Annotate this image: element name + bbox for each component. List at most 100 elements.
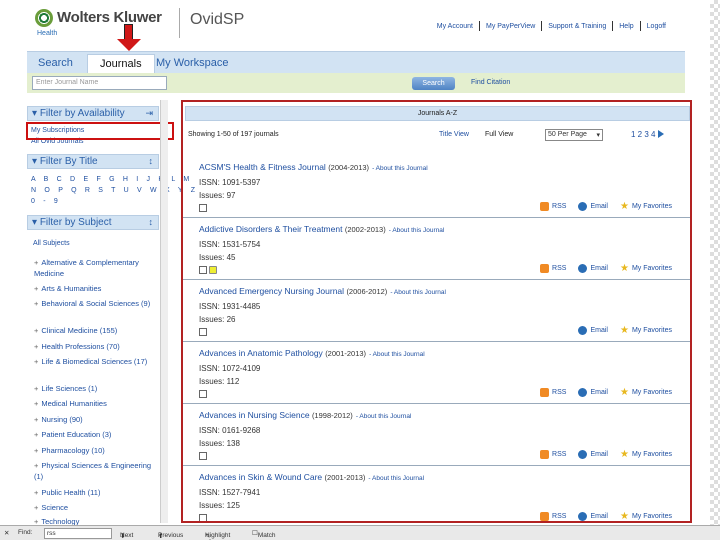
title-view-link[interactable]: Title View [439, 131, 469, 138]
filter-availability-header[interactable]: ▾ Filter by Availability ⇥ [27, 106, 159, 121]
rss-link[interactable]: RSS [552, 265, 566, 272]
journal-title[interactable]: Advances in Anatomic Pathology (2001-201… [199, 348, 425, 358]
account-links: My Account My PayPerView Support & Train… [431, 21, 672, 31]
letter-row-a-m[interactable]: A B C D E F G H I J K L M [31, 176, 192, 183]
subject-item[interactable]: + Medical Humanities [34, 398, 154, 409]
email-icon[interactable] [578, 326, 588, 335]
subject-item[interactable]: + Public Health (11) [34, 487, 154, 498]
email-icon[interactable] [578, 202, 588, 211]
email-icon[interactable] [578, 512, 588, 521]
select-checkbox[interactable] [199, 390, 207, 398]
next-page-icon[interactable] [658, 130, 665, 138]
tab-my-workspace[interactable]: My Workspace [156, 54, 229, 74]
search-button[interactable]: Search [412, 77, 455, 90]
subject-item[interactable]: + Health Professions (70) [34, 341, 154, 352]
left-panel-scrollbar[interactable] [160, 100, 168, 523]
full-view-label[interactable]: Full View [485, 131, 513, 138]
favorites-link[interactable]: My Favorites [632, 265, 672, 272]
subject-item[interactable]: + Life Sciences (1) [34, 383, 154, 394]
logoff-link[interactable]: Logoff [641, 23, 672, 30]
journal-title[interactable]: Advances in Skin & Wound Care (2001-2013… [199, 472, 424, 482]
letter-row-n-z[interactable]: N O P Q R S T U V W X Y Z [31, 187, 198, 194]
about-journal-link[interactable]: - About this Journal [372, 165, 428, 172]
tab-search[interactable]: Search [38, 54, 73, 74]
select-checkbox[interactable] [199, 328, 207, 336]
my-account-link[interactable]: My Account [431, 23, 479, 30]
star-icon[interactable]: ★ [620, 326, 629, 336]
find-input[interactable]: rss [44, 528, 112, 539]
rss-icon[interactable] [540, 512, 550, 521]
favorites-link[interactable]: My Favorites [632, 513, 672, 520]
subject-item[interactable]: + Nursing (90) [34, 414, 154, 425]
per-page-select[interactable]: 50 Per Page ▾ [545, 129, 603, 141]
email-link[interactable]: Email [590, 389, 608, 396]
email-link[interactable]: Email [590, 265, 608, 272]
close-icon[interactable]: ✕ [4, 529, 9, 537]
journal-name-input[interactable]: Enter Journal Name [32, 76, 167, 90]
favorites-link[interactable]: My Favorites [632, 327, 672, 334]
subject-item[interactable]: + Life & Biomedical Sciences (17) [34, 356, 154, 367]
favorites-link[interactable]: My Favorites [632, 203, 672, 210]
resize-icon[interactable]: ↕ [149, 217, 154, 227]
subject-item[interactable]: + Alternative & Complementary Medicine [34, 257, 154, 279]
star-icon[interactable]: ★ [620, 202, 629, 212]
star-icon[interactable]: ★ [620, 388, 629, 398]
match-case-checkbox[interactable]: ☐ Match case [252, 529, 276, 540]
about-journal-link[interactable]: - About this Journal [356, 413, 412, 420]
pagination[interactable]: 1 2 3 4 [631, 130, 665, 139]
star-icon[interactable]: ★ [620, 512, 629, 522]
email-icon[interactable] [578, 264, 588, 273]
email-link[interactable]: Email [590, 203, 608, 210]
support-link[interactable]: Support & Training [542, 23, 612, 30]
rss-icon[interactable] [540, 202, 550, 211]
about-journal-link[interactable]: - About this Journal [368, 475, 424, 482]
select-checkbox[interactable] [199, 452, 207, 460]
select-checkbox[interactable] [199, 514, 207, 521]
journal-title[interactable]: Advances in Nursing Science (1998-2012) -… [199, 410, 411, 420]
subject-item[interactable]: + Arts & Humanities [34, 283, 154, 294]
journal-title[interactable]: Advanced Emergency Nursing Journal (2006… [199, 286, 446, 296]
star-icon[interactable]: ★ [620, 264, 629, 274]
about-journal-link[interactable]: - About this Journal [369, 351, 425, 358]
about-journal-link[interactable]: - About this Journal [389, 227, 445, 234]
rss-link[interactable]: RSS [552, 203, 566, 210]
arrow-right-icon[interactable]: ⇥ [145, 108, 153, 119]
tab-journals[interactable]: Journals [87, 54, 155, 74]
expand-icon: + [34, 326, 39, 335]
journal-title[interactable]: Addictive Disorders & Their Treatment (2… [199, 224, 444, 234]
find-citation-link[interactable]: Find Citation [471, 79, 510, 86]
subject-item[interactable]: + Science [34, 502, 154, 513]
subject-item[interactable]: + Behavioral & Social Sciences (9) [34, 298, 154, 309]
email-link[interactable]: Email [590, 327, 608, 334]
rss-link[interactable]: RSS [552, 513, 566, 520]
email-icon[interactable] [578, 450, 588, 459]
email-icon[interactable] [578, 388, 588, 397]
rss-icon[interactable] [540, 388, 550, 397]
about-journal-link[interactable]: - About this Journal [390, 289, 446, 296]
filter-title-header[interactable]: ▾ Filter By Title ↕ [27, 154, 159, 169]
subject-item[interactable]: + Pharmacology (10) [34, 445, 154, 456]
letter-row-digits[interactable]: 0 - 9 [31, 198, 61, 205]
journal-issn: ISSN: 1931-4485 [199, 302, 261, 311]
subject-item[interactable]: + Clinical Medicine (155) [34, 325, 154, 336]
all-subjects-link[interactable]: All Subjects [33, 240, 70, 247]
filter-subject-header[interactable]: ▾ Filter by Subject ↕ [27, 215, 159, 230]
rss-icon[interactable] [540, 450, 550, 459]
results-count: Showing 1-50 of 197 journals [188, 131, 279, 138]
help-link[interactable]: Help [613, 23, 639, 30]
subject-item[interactable]: + Patient Education (3) [34, 429, 154, 440]
rss-link[interactable]: RSS [552, 451, 566, 458]
favorites-link[interactable]: My Favorites [632, 389, 672, 396]
rss-icon[interactable] [540, 264, 550, 273]
rss-link[interactable]: RSS [552, 389, 566, 396]
select-checkbox[interactable] [199, 204, 207, 212]
star-icon[interactable]: ★ [620, 450, 629, 460]
resize-icon[interactable]: ↕ [149, 156, 154, 166]
favorites-link[interactable]: My Favorites [632, 451, 672, 458]
journal-title[interactable]: ACSM'S Health & Fitness Journal (2004-20… [199, 162, 428, 172]
email-link[interactable]: Email [590, 513, 608, 520]
subject-item[interactable]: + Physical Sciences & Engineering (1) [34, 460, 154, 482]
pay-per-view-link[interactable]: My PayPerView [480, 23, 541, 30]
select-checkbox[interactable] [199, 266, 207, 274]
email-link[interactable]: Email [590, 451, 608, 458]
